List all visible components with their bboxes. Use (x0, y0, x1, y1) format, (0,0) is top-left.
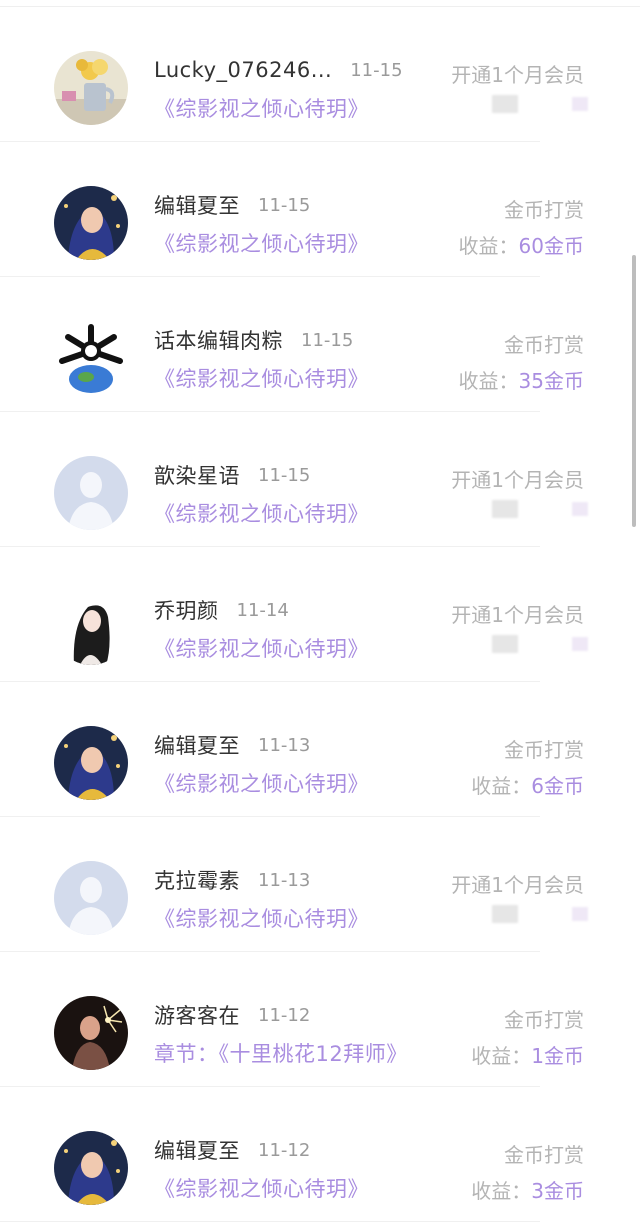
record-date: 11-15 (301, 329, 354, 351)
income-label: 收益： (471, 774, 532, 798)
record-date: 11-14 (236, 599, 289, 621)
list-item[interactable]: 乔玥颜 11-14 《综影视之倾心待玥》 开通1个月会员 (0, 547, 640, 682)
record-date: 11-12 (258, 1139, 311, 1161)
user-name[interactable]: 乔玥颜 (154, 595, 219, 625)
record-date: 11-13 (258, 734, 311, 756)
woman-blue-hair-avatar[interactable] (54, 186, 128, 260)
record-date: 11-15 (258, 194, 311, 216)
blurred-income (492, 93, 588, 115)
chapter-title[interactable]: 章节：《十里桃花12拜师》 (154, 1038, 408, 1068)
record-type: 开通1个月会员 (451, 468, 584, 492)
record-date: 11-13 (258, 869, 311, 891)
income-label: 收益： (458, 234, 519, 258)
income-label: 收益： (458, 369, 519, 393)
book-title[interactable]: 《综影视之倾心待玥》 (154, 903, 369, 933)
record-type: 开通1个月会员 (451, 603, 584, 627)
reward-record-list[interactable]: Lucky_076246... 11-15 《综影视之倾心待玥》 开通1个月会员… (0, 7, 640, 1222)
user-name[interactable]: 克拉霉素 (154, 865, 240, 895)
flower-vase-avatar[interactable] (54, 51, 128, 125)
user-name[interactable]: 歆染星语 (154, 460, 240, 490)
top-divider (0, 0, 640, 7)
book-title[interactable]: 《综影视之倾心待玥》 (154, 498, 369, 528)
user-name[interactable]: 编辑夏至 (154, 1135, 240, 1165)
record-type: 开通1个月会员 (451, 873, 584, 897)
default-user-avatar[interactable] (54, 456, 128, 530)
cartoon-planet-avatar[interactable] (54, 321, 128, 395)
book-title[interactable]: 《综影视之倾心待玥》 (154, 1173, 369, 1203)
blurred-income (492, 498, 588, 520)
book-title[interactable]: 《综影视之倾心待玥》 (154, 228, 369, 258)
list-item[interactable]: 编辑夏至 11-13 《综影视之倾心待玥》 金币打赏 收益：6金币 (0, 682, 640, 817)
income-value: 35金币 (518, 369, 584, 393)
income-info: 收益：60金币 (459, 230, 584, 259)
sparkler-person-avatar[interactable] (54, 996, 128, 1070)
book-title[interactable]: 《综影视之倾心待玥》 (154, 93, 369, 123)
woman-blue-hair-avatar[interactable] (54, 1131, 128, 1205)
list-item[interactable]: 编辑夏至 11-12 《综影视之倾心待玥》 金币打赏 收益：3金币 (0, 1087, 640, 1222)
list-item[interactable]: 歆染星语 11-15 《综影视之倾心待玥》 开通1个月会员 (0, 412, 640, 547)
record-type: 金币打赏 (504, 333, 584, 357)
woman-blue-hair-avatar[interactable] (54, 726, 128, 800)
income-label: 收益： (471, 1179, 532, 1203)
record-type: 金币打赏 (504, 1008, 584, 1032)
record-type: 金币打赏 (504, 738, 584, 762)
list-item[interactable]: 话本编辑肉粽 11-15 《综影视之倾心待玥》 金币打赏 收益：35金币 (0, 277, 640, 412)
record-date: 11-12 (258, 1004, 311, 1026)
income-value: 6金币 (531, 774, 584, 798)
user-name[interactable]: 游客客在 (154, 1000, 240, 1030)
blurred-income (492, 903, 588, 925)
income-value: 1金币 (531, 1044, 584, 1068)
record-type: 开通1个月会员 (451, 63, 584, 87)
income-value: 3金币 (531, 1179, 584, 1203)
user-name[interactable]: 编辑夏至 (154, 730, 240, 760)
anime-girl-avatar[interactable] (54, 591, 128, 665)
income-value: 60金币 (518, 234, 584, 258)
list-item[interactable]: Lucky_076246... 11-15 《综影视之倾心待玥》 开通1个月会员 (0, 7, 640, 142)
user-name[interactable]: Lucky_076246... (154, 58, 332, 82)
default-user-avatar[interactable] (54, 861, 128, 935)
income-label: 收益： (471, 1044, 532, 1068)
blurred-income (492, 633, 588, 655)
scrollbar[interactable] (632, 255, 636, 527)
income-info: 收益：35金币 (459, 365, 584, 394)
user-name[interactable]: 编辑夏至 (154, 190, 240, 220)
record-date: 11-15 (350, 59, 403, 81)
list-item[interactable]: 克拉霉素 11-13 《综影视之倾心待玥》 开通1个月会员 (0, 817, 640, 952)
record-date: 11-15 (258, 464, 311, 486)
list-item[interactable]: 游客客在 11-12 章节：《十里桃花12拜师》 金币打赏 收益：1金币 (0, 952, 640, 1087)
record-type: 金币打赏 (504, 198, 584, 222)
record-type: 金币打赏 (504, 1143, 584, 1167)
income-info: 收益：3金币 (471, 1175, 584, 1204)
book-title[interactable]: 《综影视之倾心待玥》 (154, 363, 369, 393)
book-title[interactable]: 《综影视之倾心待玥》 (154, 633, 369, 663)
income-info: 收益：1金币 (471, 1040, 584, 1069)
income-info: 收益：6金币 (471, 770, 584, 799)
list-item[interactable]: 编辑夏至 11-15 《综影视之倾心待玥》 金币打赏 收益：60金币 (0, 142, 640, 277)
user-name[interactable]: 话本编辑肉粽 (154, 325, 283, 355)
book-title[interactable]: 《综影视之倾心待玥》 (154, 768, 369, 798)
